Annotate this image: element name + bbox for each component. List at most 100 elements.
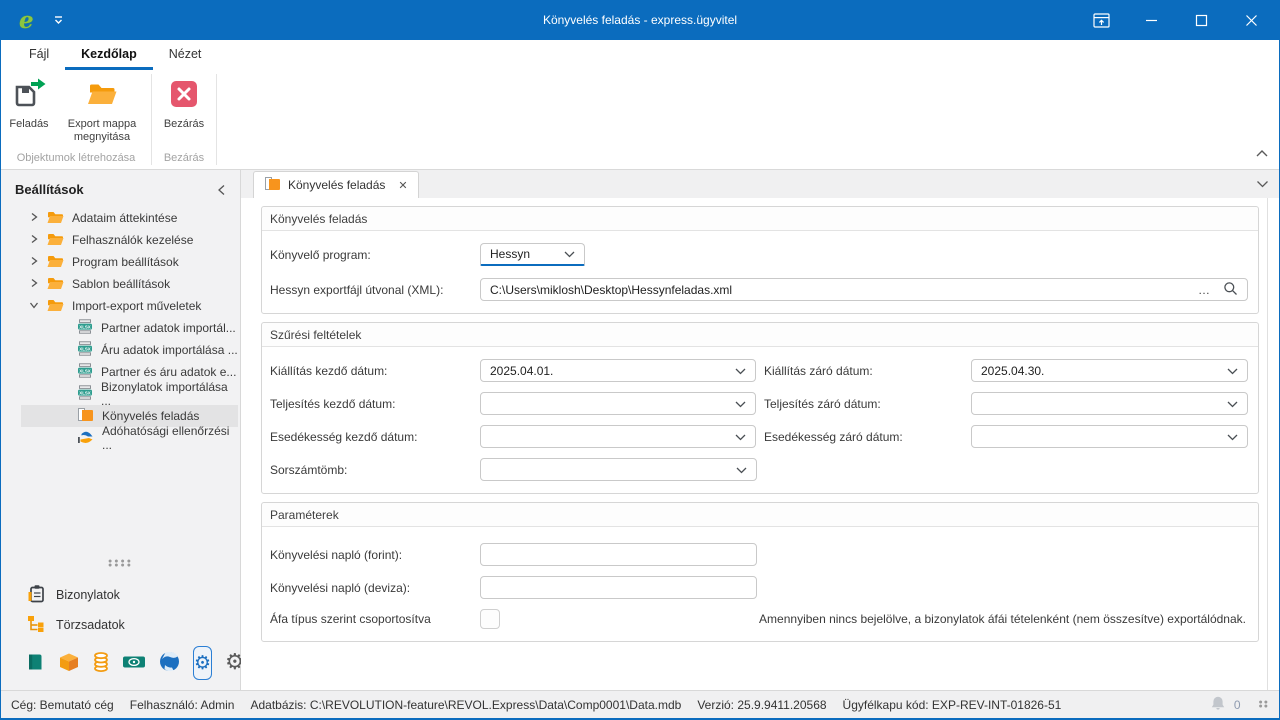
tab-list-dropdown-icon[interactable] <box>1256 180 1269 188</box>
sorszamtomb-combobox[interactable] <box>480 458 757 481</box>
tree-item-import-export[interactable]: Import-export műveletek <box>1 295 240 317</box>
feladas-button[interactable]: Feladás <box>1 76 57 131</box>
tab-nezet[interactable]: Nézet <box>153 40 218 70</box>
settings-tree: Adataim áttekintése Felhasználók kezelés… <box>1 207 240 449</box>
module-icon-row: ⚙ ⚙ <box>1 640 240 684</box>
folder-icon <box>47 232 64 249</box>
minimize-button[interactable] <box>1141 10 1161 30</box>
sidebar-item-bizonylatok[interactable]: Bizonylatok <box>1 580 240 610</box>
program-combobox[interactable]: Hessyn <box>480 243 585 266</box>
folder-icon <box>47 298 64 315</box>
collapse-ribbon-icon[interactable] <box>1255 147 1269 161</box>
clipboard-icon <box>27 584 46 606</box>
resize-grip[interactable]: ●●●● <box>1259 701 1269 709</box>
esedekesseg-zaro-datum-combobox[interactable] <box>971 425 1248 448</box>
xlsx-icon: XLSX <box>77 319 93 337</box>
xlsx-icon: XLSX <box>77 341 93 359</box>
kiallitas-zaro-datum-combobox[interactable]: 2025.04.30. <box>971 359 1248 382</box>
ribbon: Feladás Export mappa megnyitása Objektum… <box>1 70 1279 170</box>
hand-export-icon <box>77 429 94 447</box>
browse-ellipsis-button[interactable]: … <box>1198 283 1211 297</box>
status-company: Cég: Bemutató cég <box>11 698 114 712</box>
settings-module-active[interactable]: ⚙ <box>193 646 212 680</box>
globe-icon[interactable] <box>159 651 180 675</box>
maximize-button[interactable] <box>1191 10 1211 30</box>
folder-icon <box>47 254 64 271</box>
document-tab-konyveles-feladas[interactable]: Könyvelés feladás ✕ <box>253 171 419 198</box>
tree-item-aru-import[interactable]: XLSX Áru adatok importálása ... <box>1 339 240 361</box>
afa-csoportositas-checkbox[interactable] <box>480 609 500 629</box>
hierarchy-icon <box>27 615 46 635</box>
field-label-naplo-forint: Könyvelési napló (forint): <box>270 548 480 562</box>
quick-access-dropdown-icon[interactable] <box>52 14 65 26</box>
naplo-deviza-input[interactable] <box>480 576 757 599</box>
book-icon[interactable] <box>25 652 45 675</box>
bezaras-button-label: Bezárás <box>164 118 204 131</box>
notification-bell-icon[interactable] <box>1210 695 1226 714</box>
document-tab-label: Könyvelés feladás <box>288 178 385 192</box>
folder-stack-icon <box>77 407 94 425</box>
tree-item-program-beallitasok[interactable]: Program beállítások <box>1 251 240 273</box>
tree-item-label: Sablon beállítások <box>72 277 170 291</box>
tab-close-icon[interactable]: ✕ <box>398 179 407 192</box>
field-label-afa-csoportositas: Áfa típus szerint csoportosítva <box>270 612 480 626</box>
svg-text:XLSX: XLSX <box>79 390 91 395</box>
field-label-kiallitas-zaro: Kiállítás záró dátum: <box>764 364 971 378</box>
tree-item-partner-import[interactable]: XLSX Partner adatok importál... <box>1 317 240 339</box>
svg-text:XLSX: XLSX <box>79 368 91 373</box>
field-label-teljesites-kezdo: Teljesítés kezdő dátum: <box>270 397 480 411</box>
pin-ribbon-icon[interactable] <box>1091 10 1111 30</box>
tree-item-felhasznalok[interactable]: Felhasználók kezelése <box>1 229 240 251</box>
tree-item-adohatosagi[interactable]: Adóhatósági ellenőrzési ... <box>1 427 240 449</box>
kiallitas-kezdo-datum-combobox[interactable]: 2025.04.01. <box>480 359 756 382</box>
chevron-down-icon <box>564 247 575 261</box>
app-window: e Könyvelés feladás - express.ügyvitel F… <box>0 0 1280 720</box>
field-label-teljesites-zaro: Teljesítés záró dátum: <box>764 397 971 411</box>
ribbon-group-label-objektumok: Objektumok létrehozása <box>1 147 151 169</box>
sidebar-splitter-handle[interactable]: ●●●●●●●● <box>1 560 240 568</box>
app-logo-icon: e <box>19 9 34 32</box>
open-folder-icon <box>85 78 119 113</box>
teljesites-kezdo-datum-combobox[interactable] <box>480 392 756 415</box>
tab-fajl[interactable]: Fájl <box>13 40 65 70</box>
svg-text:XLSX: XLSX <box>79 346 91 351</box>
title-bar: e Könyvelés feladás - express.ügyvitel <box>1 0 1279 40</box>
status-database: Adatbázis: C:\REVOLUTION-feature\REVOL.E… <box>250 698 681 712</box>
group-title: Szűrési feltételek <box>262 323 1258 347</box>
naplo-forint-input[interactable] <box>480 543 757 566</box>
tree-item-adataim[interactable]: Adataim áttekintése <box>1 207 240 229</box>
export-path-field[interactable]: C:\Users\miklosh\Desktop\Hessynfeladas.x… <box>480 278 1248 301</box>
combobox-value: 2025.04.01. <box>490 364 553 378</box>
status-user: Felhasználó: Admin <box>130 698 235 712</box>
tab-kezdolap[interactable]: Kezdőlap <box>65 40 153 70</box>
combobox-value: 2025.04.30. <box>981 364 1044 378</box>
bezaras-button[interactable]: Bezárás <box>156 76 212 131</box>
document-tab-strip: Könyvelés feladás ✕ <box>241 170 1279 198</box>
field-label-esedekesseg-kezdo: Esedékesség kezdő dátum: <box>270 430 480 444</box>
close-x-icon <box>169 78 199 113</box>
status-bar: Cég: Bemutató cég Felhasználó: Admin Ada… <box>1 690 1279 718</box>
chevron-right-icon <box>29 277 39 291</box>
coins-icon[interactable] <box>93 652 109 675</box>
xlsx-icon: XLSX <box>77 363 93 381</box>
tree-item-bizonylatok-import[interactable]: XLSX Bizonylatok importálása ... <box>1 383 240 405</box>
tree-item-sablon-beallitasok[interactable]: Sablon beállítások <box>1 273 240 295</box>
folder-icon <box>47 276 64 293</box>
esedekesseg-kezdo-datum-combobox[interactable] <box>480 425 756 448</box>
close-button[interactable] <box>1241 10 1261 30</box>
field-label-naplo-deviza: Könyvelési napló (deviza): <box>270 581 480 595</box>
field-label-kiallitas-kezdo: Kiállítás kezdő dátum: <box>270 364 480 378</box>
sidebar-collapse-icon[interactable] <box>217 184 226 196</box>
svg-text:XLSX: XLSX <box>79 324 91 329</box>
teljesites-zaro-datum-combobox[interactable] <box>971 392 1248 415</box>
search-icon[interactable] <box>1223 281 1238 299</box>
field-label-program: Könyvelő program: <box>270 248 480 262</box>
sidebar-item-torzsadatok[interactable]: Törzsadatok <box>1 610 240 640</box>
settings-sidebar: Beállítások Adataim áttekintése Felhaszn… <box>1 170 241 690</box>
money-icon[interactable] <box>122 654 146 673</box>
chevron-down-icon <box>735 397 746 411</box>
status-client-code: Ügyfélkapu kód: EXP-REV-INT-01826-51 <box>843 698 1062 712</box>
package-icon[interactable] <box>58 652 80 675</box>
export-folder-button[interactable]: Export mappa megnyitása <box>57 76 147 144</box>
tree-item-label: Áru adatok importálása ... <box>101 343 238 357</box>
